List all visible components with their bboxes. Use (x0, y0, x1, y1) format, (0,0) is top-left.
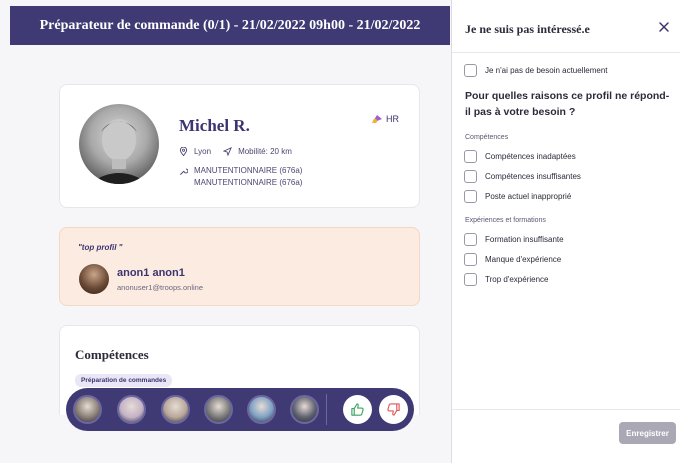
skills-title: Compétences (75, 347, 149, 362)
dislike-button[interactable] (379, 395, 408, 424)
checkbox[interactable] (464, 170, 477, 183)
author-avatar (79, 264, 109, 294)
mission-title: Préparateur de commande (0/1) - 21/02/20… (39, 17, 421, 33)
skill-tag: Préparation de commandes (75, 374, 173, 387)
author-name: anon1 anon1 (117, 267, 185, 279)
close-icon[interactable] (657, 20, 671, 34)
not-interested-panel: Je ne suis pas intéressé.e Je n'ai pas d… (451, 0, 680, 463)
option-skills-unsuited[interactable]: Compétences inadaptées (464, 150, 576, 163)
section-label-experience: Expériences et formations (465, 217, 546, 224)
main-area: Préparateur de commande (0/1) - 21/02/20… (0, 0, 450, 463)
option-lack-experience[interactable]: Manque d'expérience (464, 253, 561, 266)
candidate-avatar[interactable] (247, 395, 276, 424)
option-label: Compétences insuffisantes (485, 172, 581, 181)
option-label: Compétences inadaptées (485, 152, 576, 161)
option-current-position[interactable]: Poste actuel inapproprié (464, 190, 571, 203)
checkbox[interactable] (464, 150, 477, 163)
panel-title: Je ne suis pas intéressé.e (465, 22, 590, 36)
location-text: Lyon (194, 147, 212, 156)
candidate-avatar[interactable] (117, 395, 146, 424)
option-label: Manque d'expérience (485, 255, 562, 264)
candidate-carousel (66, 388, 414, 431)
checkbox[interactable] (464, 273, 477, 286)
jobs-row: MANUTENTIONNAIRE (676a) MANUTENTIONNAIRE… (179, 165, 302, 189)
avatar (79, 104, 159, 184)
mission-header: Préparateur de commande (0/1) - 21/02/20… (10, 6, 450, 45)
location-row: Lyon Mobilité: 20 km (179, 147, 292, 156)
checkbox[interactable] (464, 253, 477, 266)
option-label: Trop d'expérience (485, 275, 549, 284)
carousel-divider (326, 394, 327, 425)
checkbox[interactable] (464, 190, 477, 203)
panel-footer: Enregistrer (452, 409, 680, 463)
option-label: Poste actuel inapproprié (485, 192, 572, 201)
recommendation-quote: "top profil " (78, 243, 123, 252)
reasons-question: Pour quelles raisons ce profil ne répond… (465, 90, 670, 118)
thumbs-up-icon (351, 403, 364, 416)
wrench-icon (179, 168, 188, 176)
profile-card: Michel R. HR Lyon Mobilité: 20 km MANUTE… (59, 84, 420, 208)
location-pin-icon (179, 147, 188, 156)
job-list: MANUTENTIONNAIRE (676a) MANUTENTIONNAIRE… (194, 165, 302, 189)
option-training-insufficient[interactable]: Formation insuffisante (464, 233, 564, 246)
author-email: anonuser1@troops.online (117, 283, 204, 292)
candidate-avatar[interactable] (73, 395, 102, 424)
option-skills-insufficient[interactable]: Compétences insuffisantes (464, 170, 581, 183)
candidate-avatar[interactable] (161, 395, 190, 424)
mobility-text: Mobilité: 20 km (238, 147, 292, 156)
option-no-need[interactable]: Je n'ai pas de besoin actuellement (464, 64, 608, 77)
candidate-avatar[interactable] (290, 395, 319, 424)
thumbs-down-icon (387, 403, 400, 416)
candidate-avatar[interactable] (204, 395, 233, 424)
option-label: Formation insuffisante (485, 235, 564, 244)
section-label-skills: Compétences (465, 134, 509, 141)
hr-badge: HR (371, 113, 399, 125)
checkbox[interactable] (464, 233, 477, 246)
option-too-much-experience[interactable]: Trop d'expérience (464, 273, 549, 286)
like-button[interactable] (343, 395, 372, 424)
hr-logo-icon (372, 115, 382, 124)
hr-badge-label: HR (386, 114, 399, 124)
checkbox[interactable] (464, 64, 477, 77)
navigation-arrow-icon (223, 147, 233, 156)
profile-name: Michel R. (179, 116, 250, 135)
job-item: MANUTENTIONNAIRE (676a) (194, 178, 303, 187)
option-label: Je n'ai pas de besoin actuellement (485, 66, 608, 75)
panel-header: Je ne suis pas intéressé.e (452, 0, 680, 53)
recommendation-card: "top profil " anon1 anon1 anonuser1@troo… (59, 227, 420, 306)
job-item: MANUTENTIONNAIRE (676a) (194, 166, 303, 175)
save-button[interactable]: Enregistrer (619, 422, 676, 444)
